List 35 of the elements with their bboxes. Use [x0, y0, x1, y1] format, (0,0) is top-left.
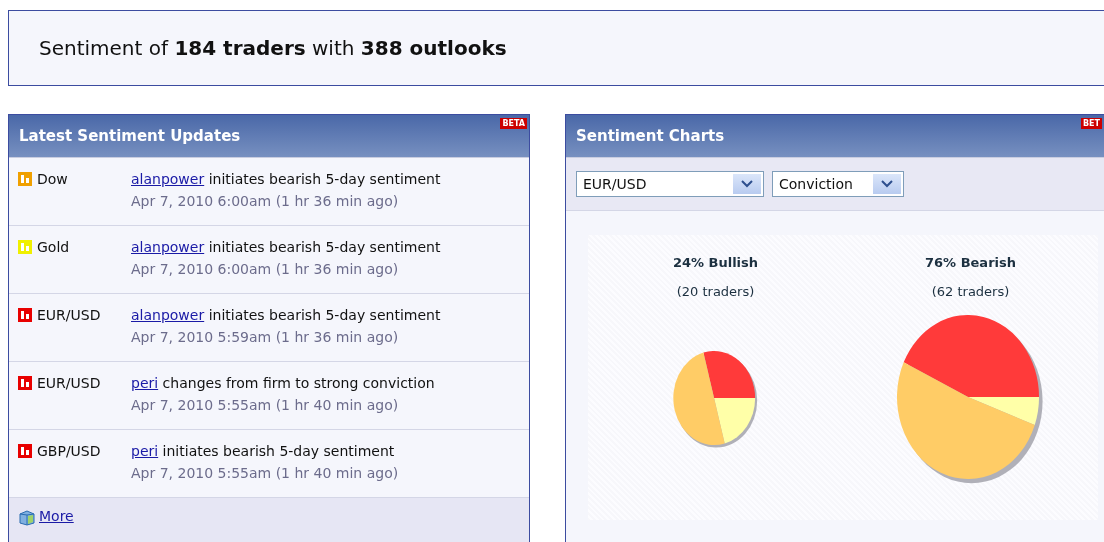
timestamp: Apr 7, 2010 6:00am (1 hr 36 min ago) [131, 260, 400, 278]
update-text: peri changes from firm to strong conviction [131, 374, 436, 392]
caret-icon [733, 174, 761, 194]
user-link[interactable]: peri [131, 443, 159, 459]
sentiment-label: 24% Bullish [672, 255, 759, 270]
user-link[interactable]: peri [131, 375, 159, 391]
instrument-label: Dow [37, 170, 68, 188]
update-text: peri initiates bearish 5-day sentiment [131, 442, 396, 460]
beta-badge: BETA [500, 118, 527, 129]
sentiment-label: 76% Bearish [925, 255, 1016, 270]
user-link[interactable]: alanpower [131, 307, 205, 323]
update-text: alanpower initiates bearish 5-day sentiment [131, 306, 442, 324]
update-text: alanpower initiates bearish 5-day sentiment [131, 238, 442, 256]
beta-badge: BET [1080, 118, 1102, 129]
summary-text: Sentiment of 184 traders with 388 outlooks [39, 36, 507, 60]
box-icon [18, 508, 36, 526]
trader-count: (62 traders) [931, 284, 1010, 299]
instrument-label: GBP/USD [37, 442, 101, 460]
timestamp: Apr 7, 2010 5:55am (1 hr 40 min ago) [131, 464, 400, 482]
instrument-label: EUR/USD [37, 374, 101, 392]
user-link[interactable]: alanpower [131, 239, 205, 255]
user-link[interactable]: alanpower [131, 171, 205, 187]
instrument-label: EUR/USD [37, 306, 101, 324]
more-link[interactable]: More [39, 508, 74, 524]
timestamp: Apr 7, 2010 6:00am (1 hr 36 min ago) [131, 192, 400, 210]
trader-count: (20 traders) [676, 284, 755, 299]
timestamp: Apr 7, 2010 5:55am (1 hr 40 min ago) [131, 396, 400, 414]
measure-dropdown[interactable]: Conviction [772, 171, 904, 197]
instrument-label: Gold [37, 238, 70, 256]
panel-title: Sentiment Charts [576, 127, 725, 145]
panel-title: Latest Sentiment Updates [19, 127, 241, 145]
caret-icon [873, 174, 901, 194]
update-text: alanpower initiates bearish 5-day sentiment [131, 170, 442, 188]
timestamp: Apr 7, 2010 5:59am (1 hr 36 min ago) [131, 328, 400, 346]
instrument-dropdown[interactable]: EUR/USD [576, 171, 764, 197]
